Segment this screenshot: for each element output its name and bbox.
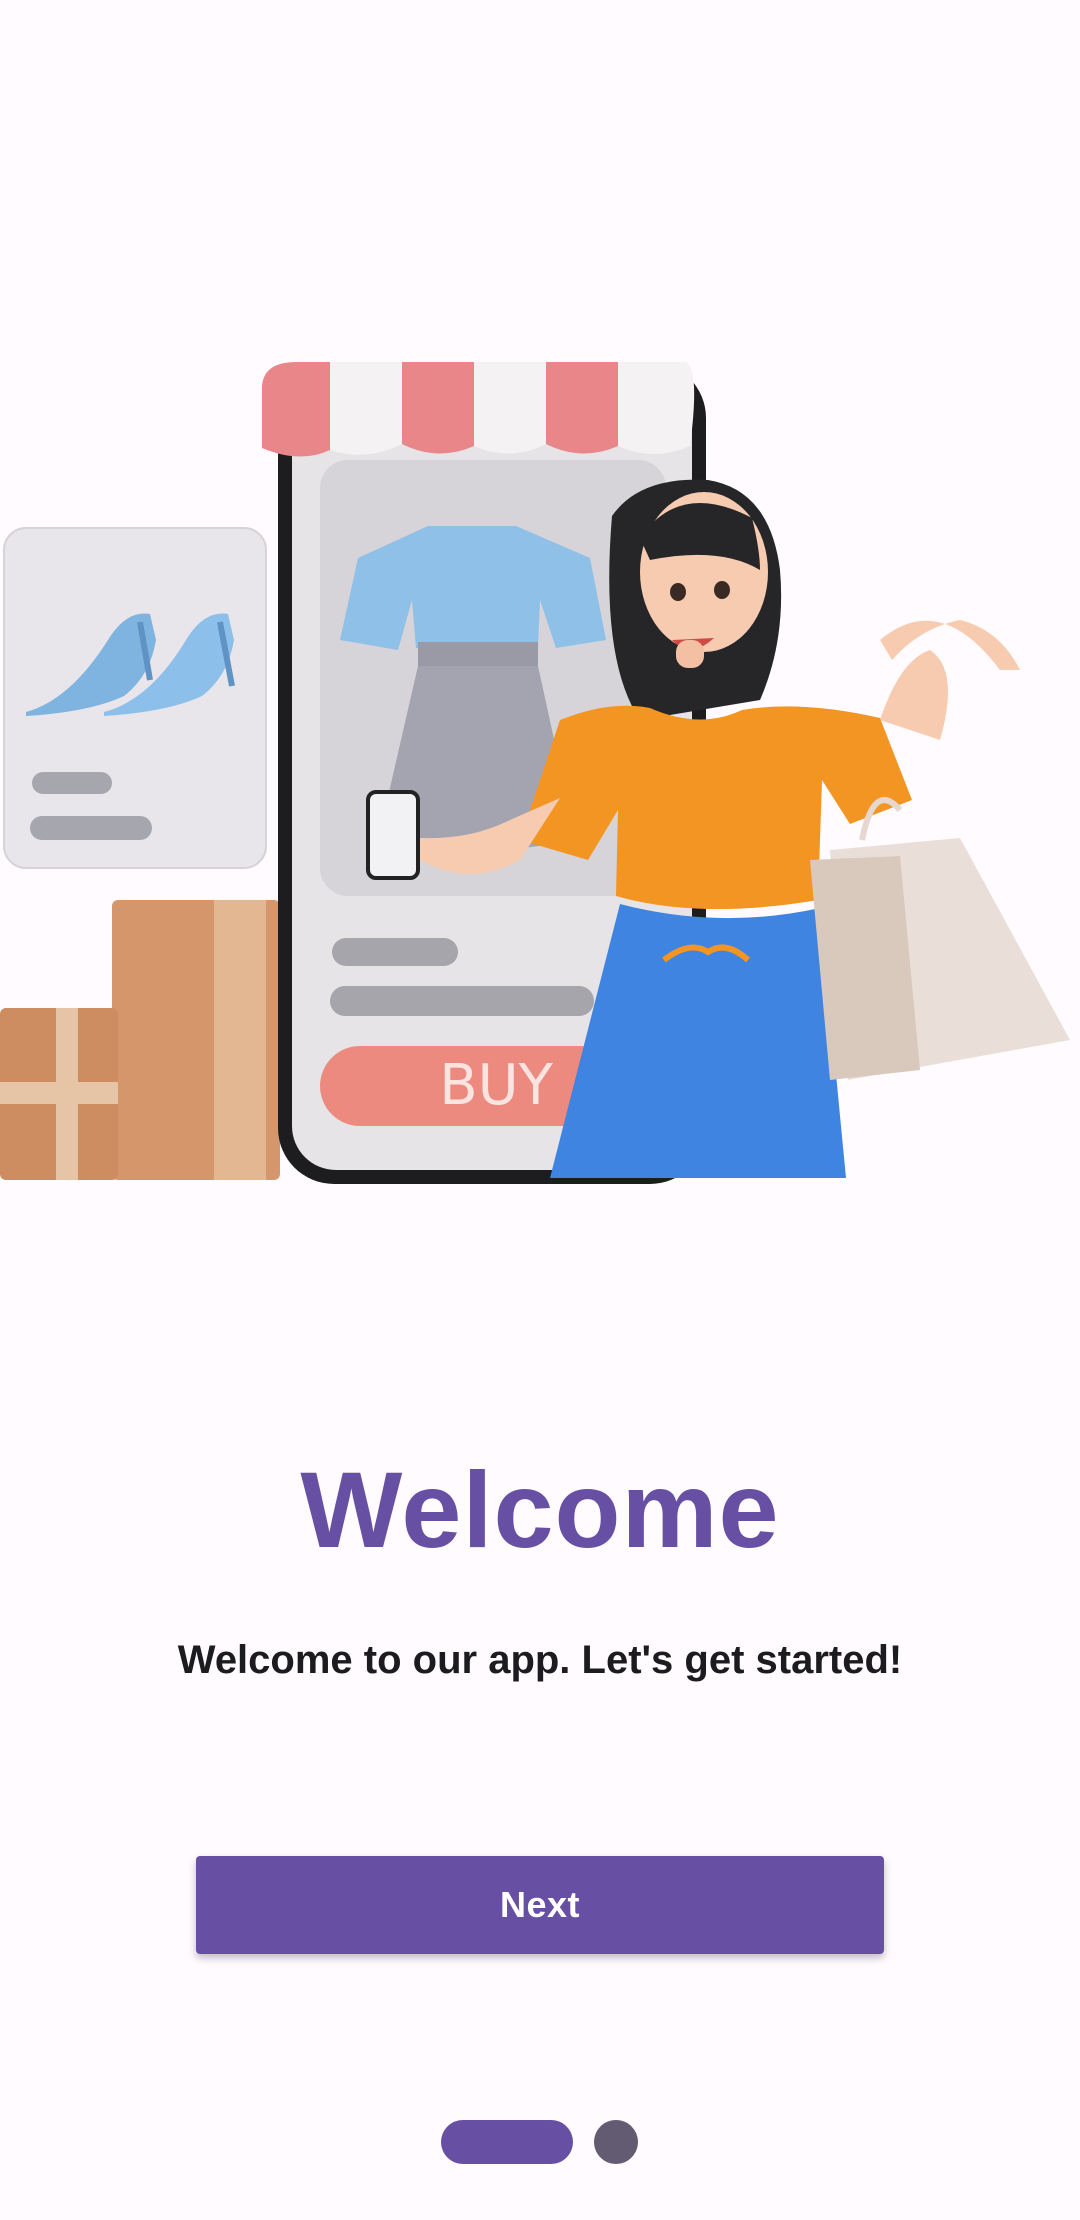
page-indicator	[0, 2120, 1080, 2164]
page-subtitle: Welcome to our app. Let's get started!	[177, 1638, 903, 1682]
buy-label: BUY	[439, 1053, 553, 1118]
hero-illustration: BUY	[0, 340, 1080, 1200]
page-title: Welcome	[300, 1449, 780, 1570]
page-indicator-dot-active[interactable]	[441, 2120, 573, 2164]
shopping-illustration-icon: BUY	[0, 362, 1070, 1184]
next-button[interactable]: Next	[196, 1856, 884, 1954]
page-indicator-dot[interactable]	[594, 2120, 638, 2164]
